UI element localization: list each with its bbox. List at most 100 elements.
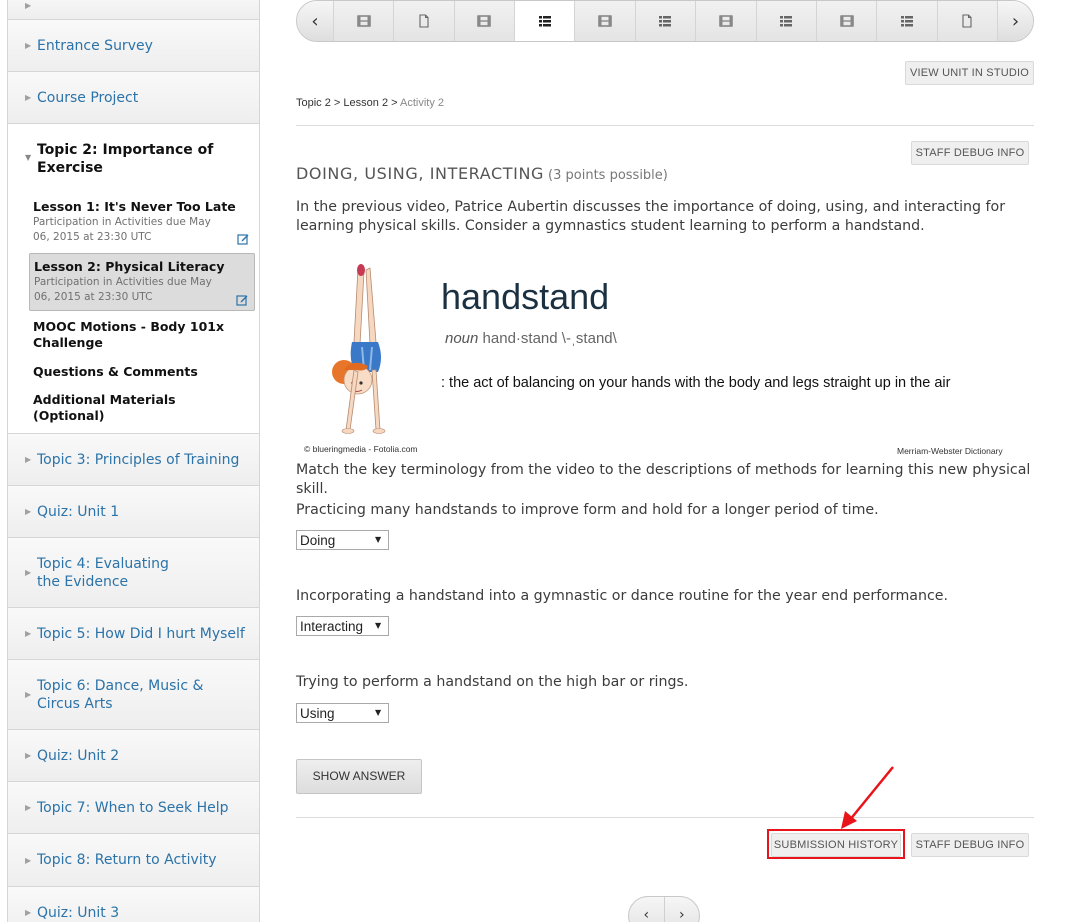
view-unit-in-studio-button[interactable]: VIEW UNIT IN STUDIO bbox=[905, 61, 1034, 85]
collapsed-arrow-icon: ▶ bbox=[25, 507, 32, 516]
sidebar-item-label: Topic 7: When to Seek Help bbox=[37, 799, 229, 816]
sidebar-item-topic-8[interactable]: ▶ Topic 8: Return to Activity bbox=[8, 834, 259, 887]
sidebar-item-label: Topic 5: How Did I hurt Myself bbox=[37, 625, 245, 642]
lesson-title: Lesson 1: It's Never Too Late bbox=[33, 199, 236, 214]
question-2-text: Incorporating a handstand into a gymnast… bbox=[296, 588, 949, 604]
breadcrumb-separator: > bbox=[333, 97, 341, 109]
video-icon[interactable] bbox=[574, 1, 635, 41]
bottom-sequence-nav: ‹ › bbox=[628, 896, 700, 922]
problem-title: DOING, USING, INTERACTING (3 points possi… bbox=[296, 164, 668, 183]
page-icon[interactable] bbox=[393, 1, 454, 41]
question-1-select[interactable]: Doing bbox=[296, 530, 389, 550]
edit-icon bbox=[237, 234, 249, 245]
sidebar-lesson-1[interactable]: Lesson 1: It's Never Too Late Participat… bbox=[29, 194, 255, 249]
sidebar-item-label: Topic 6: Dance, Music & Circus Arts bbox=[37, 677, 204, 712]
problem-points: (3 points possible) bbox=[548, 168, 668, 183]
video-icon[interactable] bbox=[453, 1, 515, 41]
gymnast-handstand-icon bbox=[332, 264, 386, 434]
problem-icon[interactable] bbox=[514, 1, 575, 41]
collapsed-arrow-icon: ▶ bbox=[25, 690, 32, 699]
breadcrumb-lesson[interactable]: Lesson 2 bbox=[343, 97, 388, 109]
video-icon[interactable] bbox=[815, 1, 877, 41]
sidebar-item-label: Topic 8: Return to Activity bbox=[37, 852, 217, 868]
sidebar-section-topic-2: ▼ Topic 2: Importance of Exercise Lesson… bbox=[8, 124, 259, 434]
lesson-title: Lesson 2: Physical Literacy bbox=[34, 259, 225, 274]
highlight-box bbox=[767, 829, 905, 859]
question-1-text: Practicing many handstands to improve fo… bbox=[296, 502, 879, 518]
sidebar-item-label: Topic 4: Evaluating the Evidence bbox=[37, 555, 169, 590]
sidebar-item-entrance-survey[interactable]: ▶ Entrance Survey bbox=[8, 20, 259, 72]
previous-unit-button[interactable]: ‹ bbox=[297, 1, 333, 41]
problem-icon[interactable] bbox=[755, 1, 816, 41]
sidebar-item-label: Entrance Survey bbox=[37, 37, 153, 54]
collapsed-arrow-icon: ▶ bbox=[25, 568, 32, 577]
expanded-arrow-icon: ▼ bbox=[25, 153, 32, 162]
staff-debug-info-button[interactable]: STAFF DEBUG INFO bbox=[911, 141, 1029, 165]
handstand-illustration: handstand noun hand·stand \-ˌstand\ : th… bbox=[296, 258, 1016, 458]
sidebar-item-topic-5[interactable]: ▶ Topic 5: How Did I hurt Myself bbox=[8, 608, 259, 660]
problem-instruction: Match the key terminology from the video… bbox=[296, 462, 1031, 497]
previous-button[interactable]: ‹ bbox=[629, 897, 664, 922]
course-navigation-sidebar: ▶ ▶ Entrance Survey ▶ Course Project ▼ T… bbox=[7, 0, 260, 922]
annotation-arrow-icon bbox=[841, 766, 894, 829]
collapsed-arrow-icon: ▶ bbox=[25, 803, 32, 812]
sidebar-topic-title[interactable]: Topic 2: Importance of Exercise bbox=[37, 141, 237, 177]
collapsed-arrow-icon: ▶ bbox=[25, 629, 32, 638]
staff-debug-info-button-bottom[interactable]: STAFF DEBUG INFO bbox=[911, 833, 1029, 857]
sidebar-lesson-2[interactable]: Lesson 2: Physical Literacy Participatio… bbox=[29, 253, 255, 311]
dictionary-definition: : the act of balancing on your hands wit… bbox=[441, 375, 951, 391]
show-answer-button[interactable]: SHOW ANSWER bbox=[296, 759, 422, 794]
video-icon[interactable] bbox=[333, 1, 394, 41]
problem-intro: In the previous video, Patrice Aubertin … bbox=[296, 199, 1006, 234]
sidebar-link-additional-materials[interactable]: Additional Materials (Optional) bbox=[33, 392, 248, 424]
sidebar-item-course-project[interactable]: ▶ Course Project bbox=[8, 72, 259, 124]
sidebar-item-label: Quiz: Unit 2 bbox=[37, 747, 120, 764]
collapsed-arrow-icon: ▶ bbox=[25, 855, 32, 865]
video-icon[interactable] bbox=[695, 1, 756, 41]
sidebar-item-topic-3[interactable]: ▶ Topic 3: Principles of Training bbox=[8, 434, 259, 486]
page-icon[interactable] bbox=[936, 1, 997, 41]
sidebar-item-topic-4[interactable]: ▶ Topic 4: Evaluating the Evidence bbox=[8, 538, 259, 608]
collapsed-arrow-icon: ▶ bbox=[25, 41, 32, 50]
next-button[interactable]: › bbox=[663, 897, 700, 922]
lesson-due-date: Participation in Activities due May 06, … bbox=[33, 216, 211, 243]
collapsed-arrow-icon: ▶ bbox=[25, 1, 32, 10]
divider bbox=[296, 125, 1034, 126]
sidebar-item-quiz-3[interactable]: ▶ Quiz: Unit 3 bbox=[8, 887, 259, 922]
part-of-speech: noun bbox=[445, 330, 479, 347]
question-3-select[interactable]: Using bbox=[296, 703, 389, 723]
sidebar-item-quiz-1[interactable]: ▶ Quiz: Unit 1 bbox=[8, 486, 259, 538]
sidebar-item-label: Quiz: Unit 3 bbox=[37, 904, 120, 921]
dictionary-credit: Merriam-Webster Dictionary bbox=[897, 446, 1003, 456]
dictionary-word: handstand bbox=[441, 276, 610, 317]
sidebar-item-topic-6[interactable]: ▶ Topic 6: Dance, Music & Circus Arts bbox=[8, 660, 259, 730]
question-2-select[interactable]: Interacting bbox=[296, 616, 389, 636]
collapsed-arrow-icon: ▶ bbox=[25, 751, 32, 760]
collapsed-arrow-icon: ▶ bbox=[25, 93, 32, 102]
sidebar-item-label: Quiz: Unit 1 bbox=[37, 503, 120, 520]
sidebar-item-label: Course Project bbox=[37, 89, 139, 106]
image-credit: © blueringmedia - Fotolia.com bbox=[304, 444, 418, 454]
pronunciation-text: hand·stand \-ˌstand\ bbox=[482, 330, 617, 347]
lesson-due-date: Participation in Activities due May 06, … bbox=[34, 276, 212, 303]
problem-icon[interactable] bbox=[876, 1, 937, 41]
sidebar-item-topic-7[interactable]: ▶ Topic 7: When to Seek Help bbox=[8, 782, 259, 834]
problem-icon[interactable] bbox=[634, 1, 696, 41]
divider bbox=[296, 817, 1034, 818]
sidebar-item-label: Topic 3: Principles of Training bbox=[37, 451, 240, 468]
sidebar-link-questions[interactable]: Questions & Comments bbox=[33, 364, 248, 380]
breadcrumb-separator: > bbox=[391, 97, 398, 109]
sidebar-item-quiz-2[interactable]: ▶ Quiz: Unit 2 bbox=[8, 730, 259, 782]
dictionary-pronunciation: noun hand·stand \-ˌstand\ bbox=[445, 330, 617, 347]
sidebar-item-previous[interactable]: ▶ bbox=[8, 0, 259, 20]
collapsed-arrow-icon: ▶ bbox=[25, 455, 32, 464]
breadcrumb-activity: Activity 2 bbox=[400, 97, 445, 109]
sidebar-link-mooc-motions[interactable]: MOOC Motions - Body 101x Challenge bbox=[33, 319, 248, 351]
breadcrumb-topic[interactable]: Topic 2 bbox=[296, 97, 331, 109]
edit-icon bbox=[236, 295, 248, 306]
breadcrumb: Topic 2 > Lesson 2 > Activity 2 bbox=[296, 97, 444, 109]
unit-sequence-nav: ‹ › bbox=[296, 0, 1034, 42]
next-unit-button[interactable]: › bbox=[996, 1, 1033, 41]
collapsed-arrow-icon: ▶ bbox=[25, 908, 32, 917]
question-3-text: Trying to perform a handstand on the hig… bbox=[296, 674, 689, 690]
